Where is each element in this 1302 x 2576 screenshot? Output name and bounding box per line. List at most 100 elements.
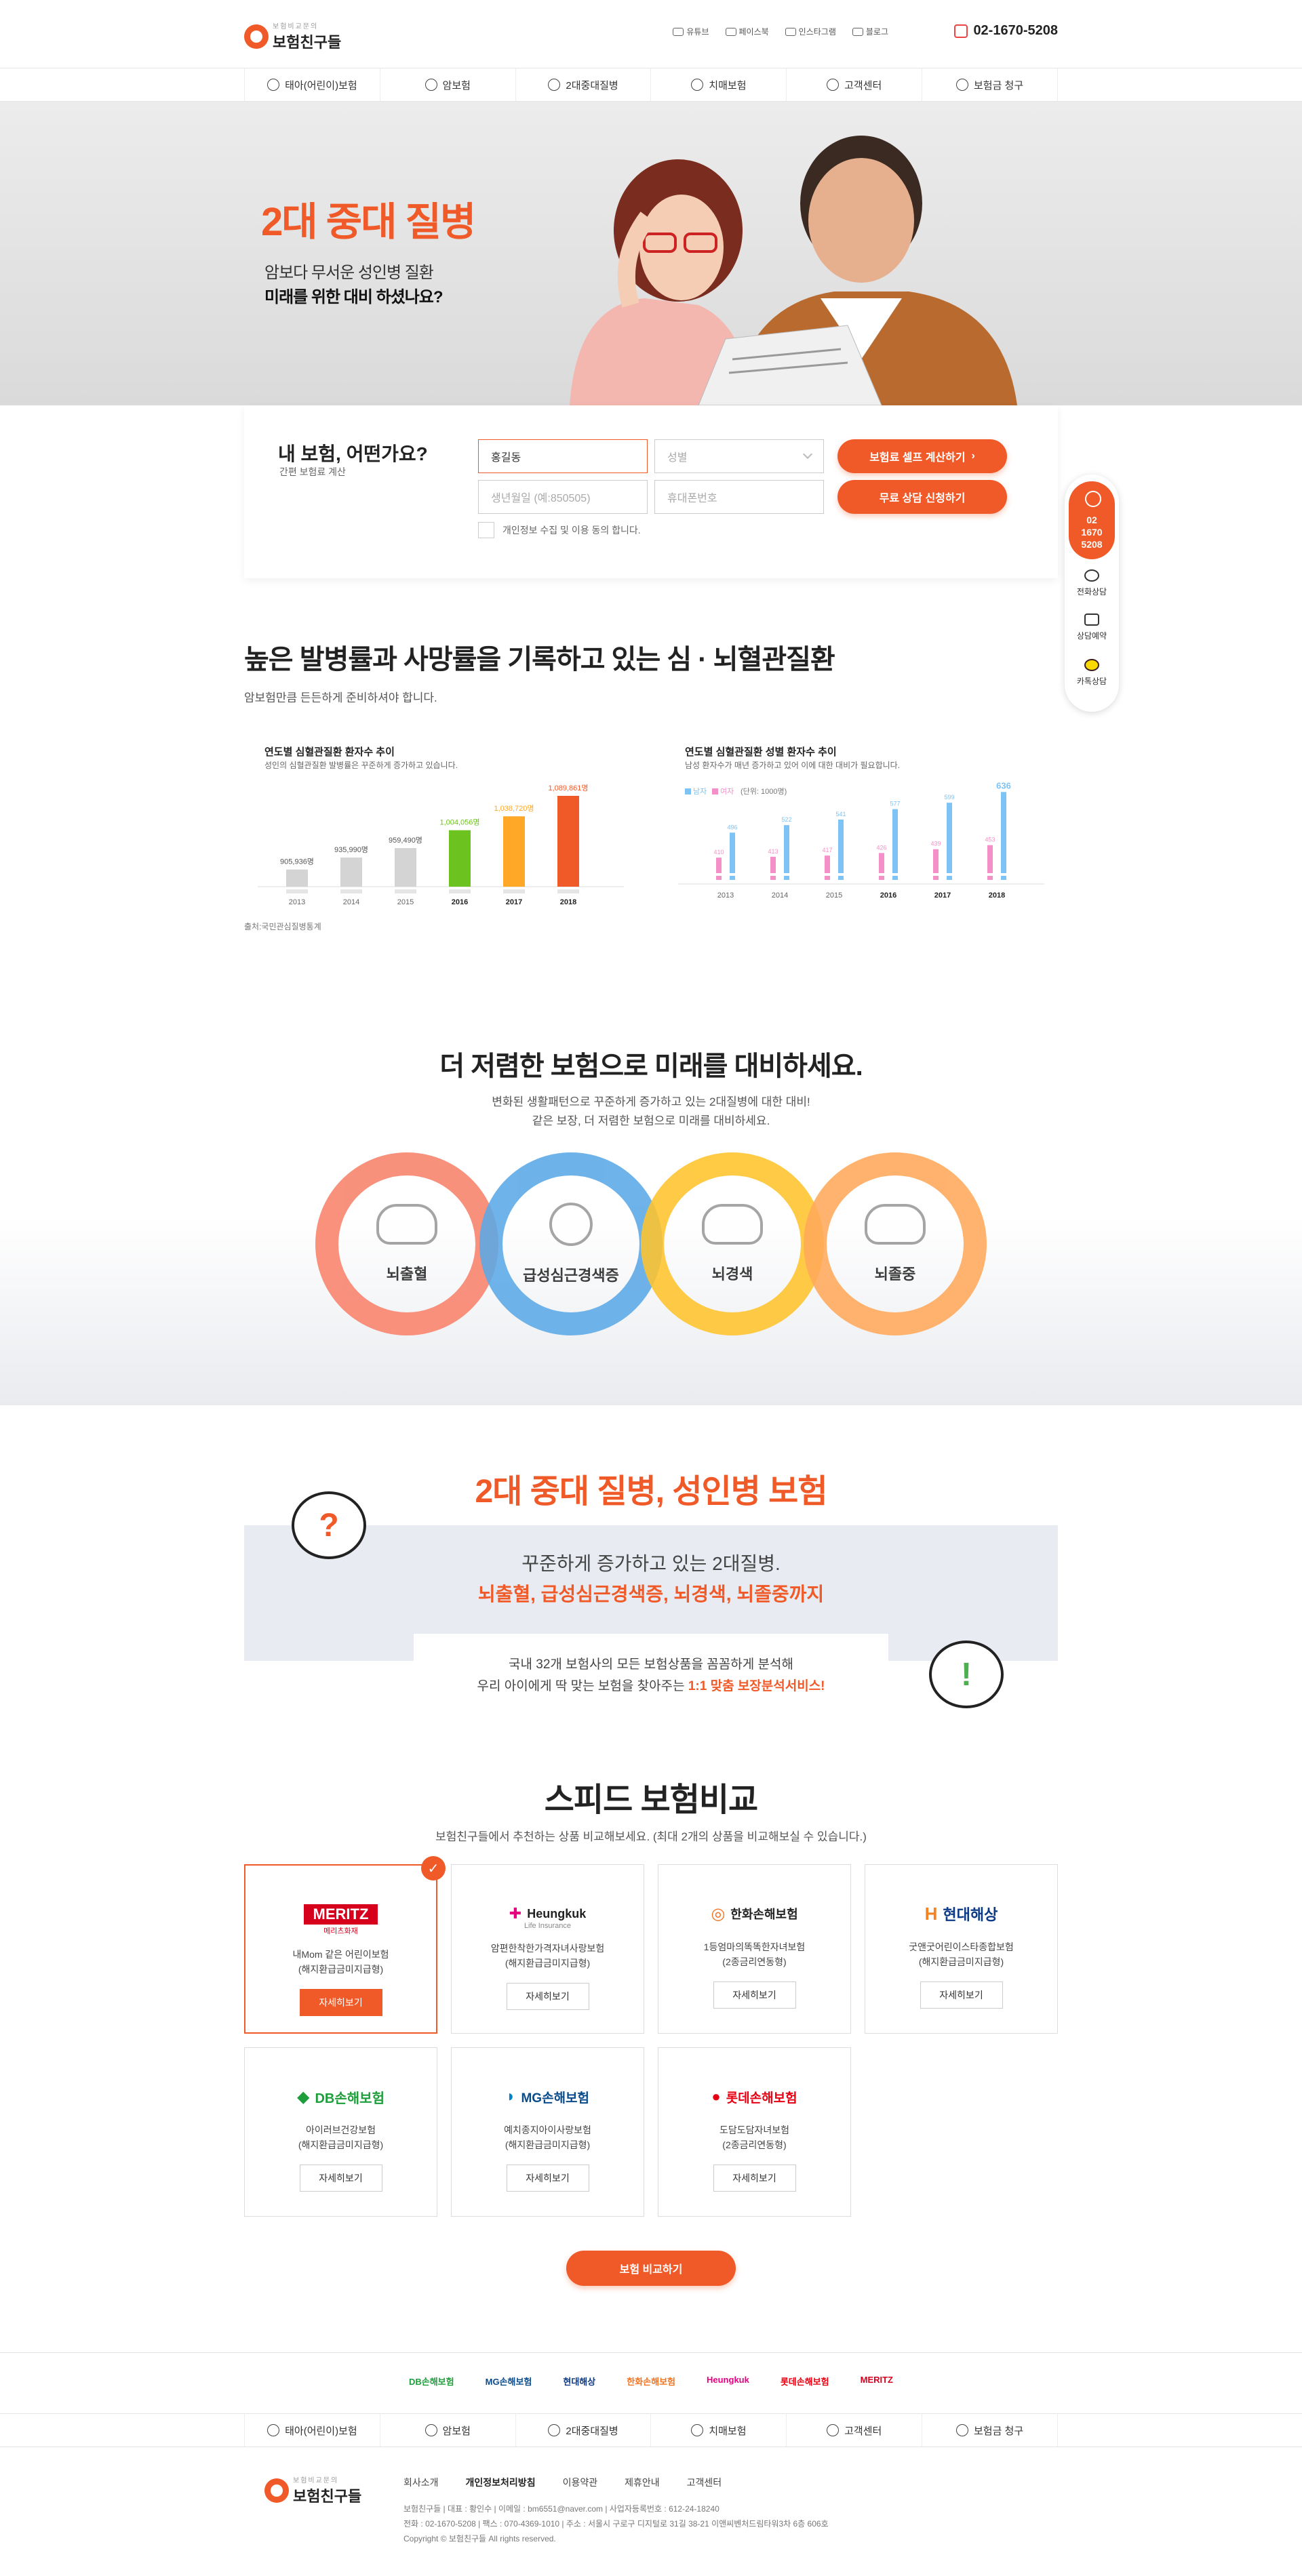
- partner-mg[interactable]: MG손해보험: [486, 2375, 532, 2388]
- nav-item-claim[interactable]: 보험금 청구: [922, 68, 1058, 101]
- bar: [286, 869, 308, 887]
- gender-select[interactable]: 성별: [654, 439, 824, 473]
- bar: [340, 857, 362, 887]
- bar-male: [947, 803, 952, 873]
- bar: [449, 830, 471, 887]
- product-card-db[interactable]: ◆ DB손해보험 아이러브건강보험 (해지환급금미지급형) 자세히보기: [244, 2047, 437, 2217]
- legend-label: 여자: [720, 787, 734, 796]
- promo-text: 국내 32개 보험사의 모든 보험상품을 꼼꼼하게 분석해 우리 아이에게 딱 맞…: [477, 1657, 825, 1693]
- detail-button[interactable]: 자세히보기: [920, 1981, 1003, 2009]
- footer-link-support[interactable]: 고객센터: [687, 2476, 722, 2489]
- nav-item-cancer[interactable]: 암보험: [379, 2414, 515, 2447]
- nav-item-child-insurance[interactable]: 태아(어린이)보험: [244, 68, 380, 101]
- product-card-mg[interactable]: ◗ MG손해보험 예치종지아이사랑보험 (해지환급금미지급형) 자세히보기: [451, 2047, 644, 2217]
- compare-title: 스피드 보험비교: [544, 1782, 758, 1818]
- tick-label: 2013: [717, 891, 734, 900]
- data-label: 577: [890, 801, 900, 807]
- agree-checkbox[interactable]: [478, 522, 494, 538]
- partner-meritz[interactable]: MERITZ: [861, 2375, 893, 2388]
- bar-base: [987, 876, 993, 880]
- detail-button[interactable]: 자세히보기: [506, 2165, 589, 2192]
- data-label: 413: [768, 848, 778, 855]
- partner-hanwha[interactable]: 한화손해보험: [627, 2375, 675, 2388]
- detail-button[interactable]: 자세히보기: [713, 2165, 796, 2192]
- logo-sub: 보험비교문의: [273, 23, 319, 31]
- quick-call[interactable]: 전화상담: [1065, 569, 1119, 597]
- footer-link-privacy[interactable]: 개인정보처리방침: [466, 2476, 536, 2489]
- data-label: 541: [835, 811, 846, 818]
- bar-base: [879, 876, 884, 880]
- nav-item-customer-center[interactable]: 고객센터: [786, 2414, 922, 2447]
- birth-input[interactable]: 생년월일 (예:850505): [478, 480, 648, 514]
- unit-label: (단위: 1000명): [741, 787, 787, 796]
- footer-link-about[interactable]: 회사소개: [403, 2476, 439, 2489]
- nav-item-claim[interactable]: 보험금 청구: [922, 2414, 1058, 2447]
- data-label: 1,038,720명: [494, 804, 534, 813]
- product-name: 아이러브건강보험 (해지환급금미지급형): [298, 2125, 384, 2150]
- phone-input[interactable]: 휴대폰번호: [654, 480, 824, 514]
- detail-button[interactable]: 자세히보기: [299, 2165, 382, 2192]
- nav-item-two-diseases[interactable]: 2대중대질병: [515, 68, 651, 101]
- product-card-meritz[interactable]: ✓ MERITZ 메리츠화재 내Mom 같은 어린이보험 (해지환급금미지급형) …: [244, 1856, 446, 2034]
- nav-item-dementia[interactable]: 치매보험: [650, 68, 786, 101]
- detail-button[interactable]: 자세히보기: [299, 1989, 382, 2016]
- blog-icon: [852, 27, 863, 36]
- bar-shadow: [557, 889, 579, 893]
- youtube-link[interactable]: 유튜브: [673, 26, 709, 37]
- self-calc-button[interactable]: 보험료 셀프 계산하기 ›: [837, 439, 1007, 473]
- compare-subtitle: 보험친구들에서 추천하는 상품 비교해보세요. (최대 2개의 상품을 비교해보…: [435, 1830, 867, 1843]
- calc-title: 내 보험, 어떤가요?: [278, 443, 428, 464]
- product-card-hanwha[interactable]: ◎ 한화손해보험 1등엄마의똑똑한자녀보험 (2종금리연동형) 자세히보기: [658, 1864, 851, 2034]
- partner-heungkuk[interactable]: Heungkuk: [707, 2375, 749, 2388]
- product-name: 굿앤굿어린이스타종합보험 (해지환급금미지급형): [909, 1941, 1014, 1967]
- logo-icon: [264, 2478, 289, 2503]
- product-card-lotte[interactable]: ● 롯데손해보험 도담도담자녀보험 (2종금리연동형) 자세히보기: [658, 2047, 851, 2217]
- won-icon: [955, 2424, 968, 2436]
- data-label: 439: [930, 841, 941, 847]
- privacy-agree[interactable]: 개인정보 수집 및 이용 동의 합니다.: [478, 522, 641, 538]
- data-label: 905,936명: [280, 858, 314, 866]
- blog-link[interactable]: 블로그: [852, 26, 888, 37]
- product-card-hyundai[interactable]: H 현대해상 굿앤굿어린이스타종합보험 (해지환급금미지급형) 자세히보기: [865, 1864, 1058, 2034]
- data-label: 522: [781, 816, 791, 823]
- quick-kakao[interactable]: 카톡상담: [1065, 659, 1119, 687]
- quick-phone[interactable]: 02 1670 5208: [1069, 481, 1115, 559]
- data-label: 417: [822, 847, 832, 853]
- footer-link-partnership[interactable]: 제휴안내: [625, 2476, 660, 2489]
- site-footer: 보험비교문의 보험친구들 회사소개 개인정보처리방침 이용약관 제휴안내 고객센…: [0, 2447, 1302, 2576]
- nav-item-dementia[interactable]: 치매보험: [650, 2414, 786, 2447]
- instagram-link[interactable]: 인스타그램: [785, 26, 836, 37]
- detail-button[interactable]: 자세히보기: [506, 1983, 589, 2010]
- facebook-link[interactable]: 페이스북: [725, 26, 769, 37]
- nav-item-cancer[interactable]: 암보험: [379, 68, 515, 101]
- header-phone[interactable]: 02-1670-5208: [954, 23, 1058, 39]
- bar: [395, 848, 416, 887]
- brain-icon: [702, 1204, 763, 1245]
- nav-item-two-diseases[interactable]: 2대중대질병: [515, 2414, 651, 2447]
- nav-item-child-insurance[interactable]: 태아(어린이)보험: [244, 2414, 380, 2447]
- partner-db[interactable]: DB손해보험: [409, 2375, 454, 2388]
- compare-button[interactable]: 보험 비교하기: [566, 2251, 736, 2286]
- promo-line1: 꾸준하게 증가하고 있는 2대질병.: [521, 1553, 781, 1574]
- partner-hyundai[interactable]: 현대해상: [563, 2375, 595, 2388]
- tick-label: 2017: [934, 891, 951, 900]
- data-label: 959,490명: [389, 836, 422, 845]
- db-logo: ◆ DB손해보험: [297, 2087, 384, 2106]
- nav-item-customer-center[interactable]: 고객센터: [786, 68, 922, 101]
- free-consult-button[interactable]: 무료 상담 신청하기: [837, 480, 1007, 514]
- quick-reserve[interactable]: 상담예약: [1065, 613, 1119, 641]
- chart-card-gender: 연도별 심혈관질환 성별 환자수 추이 남성 환자수가 매년 증가하고 있어 이…: [665, 725, 1058, 915]
- footer-logo[interactable]: 보험비교문의 보험친구들: [264, 2474, 361, 2506]
- headset-icon: [827, 79, 840, 91]
- footer-link-terms[interactable]: 이용약관: [563, 2476, 598, 2489]
- mail-icon: [1084, 613, 1099, 626]
- won-icon: [955, 79, 968, 91]
- product-card-heungkuk[interactable]: ✚ Heungkuk Life Insurance 암편한착한가격자녀사랑보험 (해…: [451, 1864, 644, 2034]
- site-logo[interactable]: 보험비교문의 보험친구들: [244, 20, 341, 52]
- partner-lotte[interactable]: 롯데손해보험: [781, 2375, 829, 2388]
- name-input[interactable]: 홍길동: [478, 439, 648, 473]
- bar-male: [892, 809, 898, 873]
- tick-label: 2018: [989, 891, 1005, 900]
- detail-button[interactable]: 자세히보기: [713, 1981, 796, 2009]
- bar-female: [879, 853, 884, 873]
